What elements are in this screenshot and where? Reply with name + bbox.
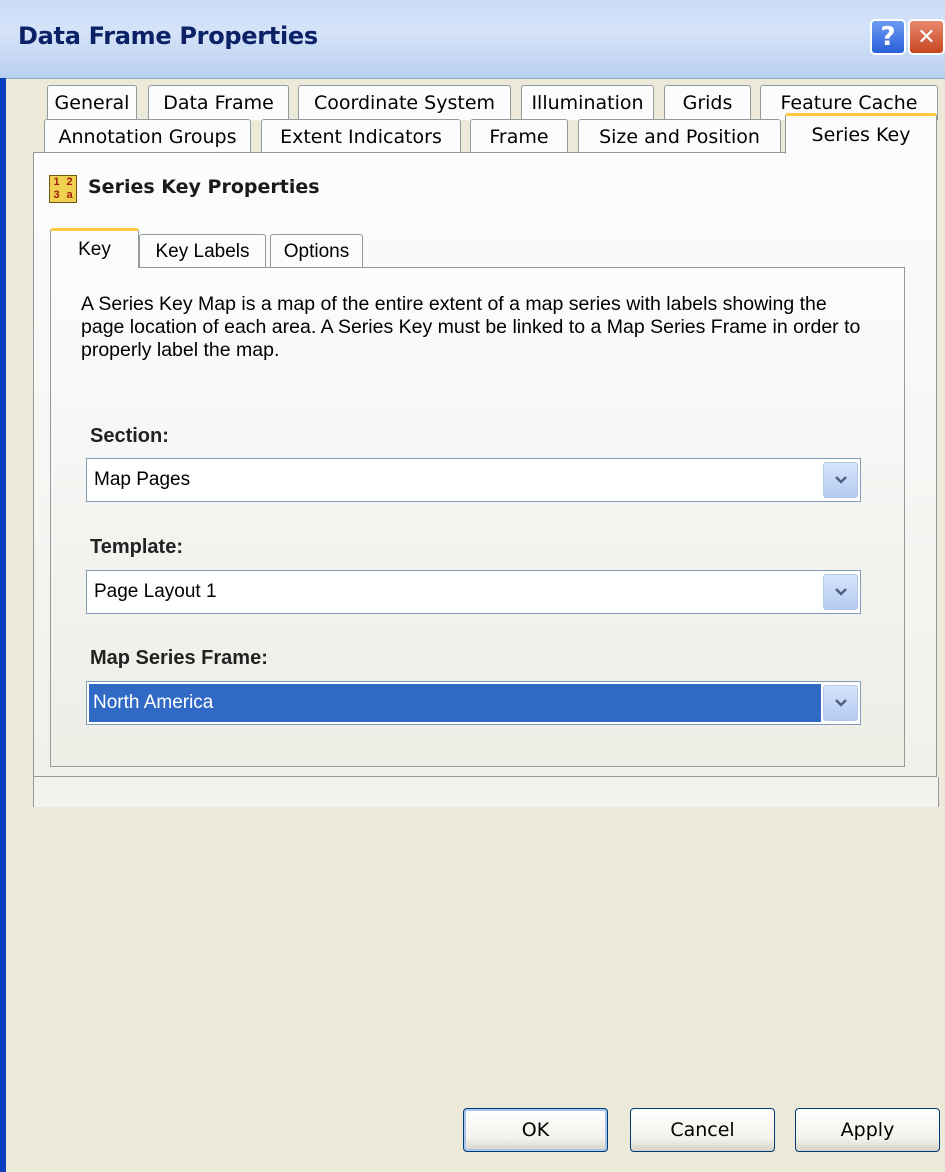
map-series-frame-value: North America bbox=[93, 692, 214, 713]
tab-annotation-groups[interactable]: Annotation Groups bbox=[44, 119, 251, 153]
template-dropdown-button[interactable] bbox=[823, 574, 858, 610]
section-dropdown[interactable]: Map Pages bbox=[86, 458, 861, 502]
section-dropdown-button[interactable] bbox=[823, 462, 858, 498]
chevron-down-icon bbox=[834, 588, 847, 596]
template-value: Page Layout 1 bbox=[94, 581, 217, 602]
tab-coordinate-system[interactable]: Coordinate System bbox=[298, 85, 511, 120]
apply-button[interactable]: Apply bbox=[795, 1108, 940, 1152]
series-key-icon-glyph: 3 bbox=[53, 189, 60, 201]
tab-series-key[interactable]: Series Key bbox=[785, 113, 937, 154]
tab-size-and-position[interactable]: Size and Position bbox=[578, 119, 781, 153]
ok-button[interactable]: OK bbox=[463, 1108, 608, 1152]
map-series-frame-label: Map Series Frame: bbox=[90, 647, 268, 669]
dialog-window: Data Frame Properties ? ✕ General Data F… bbox=[0, 0, 945, 1172]
template-dropdown[interactable]: Page Layout 1 bbox=[86, 570, 861, 614]
tab-grids[interactable]: Grids bbox=[664, 85, 751, 120]
tab-data-frame[interactable]: Data Frame bbox=[148, 85, 289, 120]
series-key-icon: 1 2 3 a bbox=[49, 175, 77, 203]
chevron-down-icon bbox=[834, 699, 847, 707]
tab-illumination[interactable]: Illumination bbox=[521, 85, 654, 120]
tab-key-labels[interactable]: Key Labels bbox=[139, 234, 266, 268]
tab-key[interactable]: Key bbox=[50, 228, 139, 268]
window-title: Data Frame Properties bbox=[18, 22, 318, 50]
template-label: Template: bbox=[90, 536, 183, 558]
cancel-button[interactable]: Cancel bbox=[630, 1108, 775, 1152]
description-text: A Series Key Map is a map of the entire … bbox=[81, 293, 861, 361]
section-label: Section: bbox=[90, 425, 169, 447]
help-icon: ? bbox=[880, 22, 896, 52]
map-series-frame-dropdown-button[interactable] bbox=[823, 685, 858, 721]
close-icon: ✕ bbox=[917, 24, 936, 50]
chevron-down-icon bbox=[834, 476, 847, 484]
help-button[interactable]: ? bbox=[870, 19, 906, 55]
panel-title: Series Key Properties bbox=[88, 176, 320, 198]
close-button[interactable]: ✕ bbox=[908, 19, 945, 55]
window-border bbox=[0, 78, 6, 1172]
tab-general[interactable]: General bbox=[47, 85, 137, 120]
series-key-icon-glyph: 1 bbox=[53, 176, 60, 188]
tab-options[interactable]: Options bbox=[270, 234, 363, 268]
series-key-icon-glyph: 2 bbox=[66, 176, 73, 188]
map-series-frame-dropdown[interactable]: North America bbox=[86, 681, 861, 725]
title-bar: Data Frame Properties ? ✕ bbox=[0, 0, 945, 79]
tab-frame[interactable]: Frame bbox=[470, 119, 568, 153]
series-key-icon-glyph: a bbox=[66, 189, 73, 201]
tab-extent-indicators[interactable]: Extent Indicators bbox=[261, 119, 461, 153]
panel-footer bbox=[33, 777, 939, 807]
section-value: Map Pages bbox=[94, 469, 191, 490]
